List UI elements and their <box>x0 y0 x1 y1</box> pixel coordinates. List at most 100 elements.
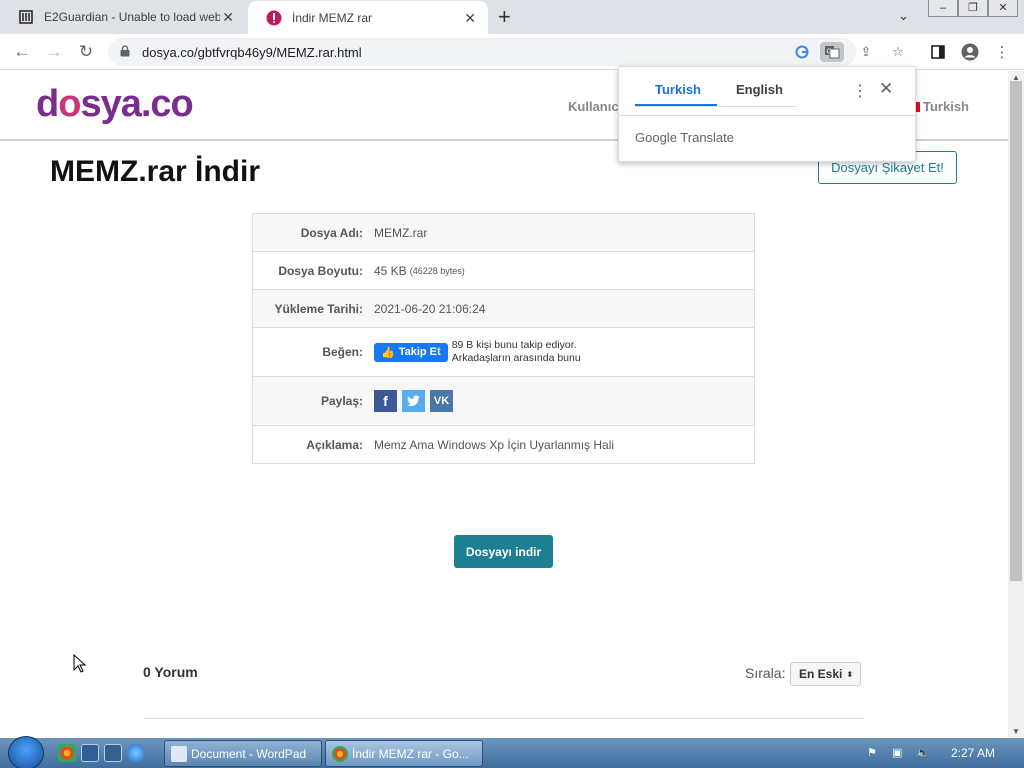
minimize-icon[interactable]: – <box>928 0 958 17</box>
chrome-icon[interactable] <box>58 744 76 762</box>
volume-icon[interactable]: 🔈 <box>916 746 930 760</box>
window-controls: – ❐ ✕ <box>928 0 1018 18</box>
taskbar-chrome[interactable]: İndir MEMZ rar - Go... <box>325 740 483 767</box>
reload-icon[interactable]: ↻ <box>74 40 98 64</box>
follow-line-2: Arkadaşların arasında bunu <box>451 352 581 364</box>
back-icon[interactable]: ← <box>10 40 34 64</box>
logo-text-accent: o <box>58 83 81 125</box>
close-tab-icon[interactable]: ✕ <box>464 10 476 27</box>
windows-taskbar: Document - WordPad İndir MEMZ rar - Go..… <box>0 736 1024 768</box>
tab-title: E2Guardian - Unable to load web <box>44 10 220 24</box>
table-row: Açıklama: Memz Ama Windows Xp İçin Uyarl… <box>253 426 754 463</box>
twitter-share-icon[interactable] <box>402 390 425 412</box>
tab-memz[interactable]: İndir MEMZ rar ✕ <box>248 1 488 34</box>
translate-icon[interactable]: G <box>820 42 844 62</box>
file-size-label: Dosya Boyutu: <box>278 263 363 278</box>
nav-language-label: Turkish <box>923 99 969 114</box>
lock-icon[interactable] <box>120 44 134 60</box>
task-label: Document - WordPad <box>191 746 307 761</box>
table-row: Dosya Adı: MEMZ.rar <box>253 214 754 252</box>
table-row: Yükleme Tarihi: 2021-06-20 21:06:24 <box>253 290 754 328</box>
mouse-cursor-icon <box>73 654 87 673</box>
scrollbar-thumb[interactable] <box>1010 81 1022 581</box>
address-bar[interactable]: dosya.co/gbtfvrqb46y9/MEMZ.rar.html G ⇪ … <box>108 38 904 66</box>
like-value: 👍 Takip Et 89 B kişi bunu takip ediyor. Ar… <box>363 328 581 376</box>
tab-title: İndir MEMZ rar <box>292 10 373 25</box>
close-icon[interactable]: ✕ <box>879 79 893 99</box>
translate-popup: Turkish English ⋮ ✕ Google Translate <box>618 66 917 162</box>
google-icon[interactable] <box>790 42 814 62</box>
sort-label: Sırala: <box>745 665 786 681</box>
divider <box>619 115 917 116</box>
vk-share-icon[interactable]: VK <box>430 390 453 412</box>
sort-select[interactable]: En Eski ⬍ <box>790 662 861 686</box>
network-icon[interactable]: ▣ <box>892 746 906 760</box>
share-icon[interactable]: ⇪ <box>854 42 878 62</box>
svg-text:G: G <box>827 49 832 56</box>
upload-date-label: Yükleme Tarihi: <box>274 301 363 316</box>
window-switch-icon[interactable] <box>104 744 122 762</box>
facebook-follow-button[interactable]: 👍 Takip Et <box>374 342 448 362</box>
chrome-icon <box>332 746 348 762</box>
more-options-icon[interactable]: ⋮ <box>852 81 868 101</box>
download-button[interactable]: Dosyayı indir <box>454 535 553 568</box>
new-tab-icon[interactable]: + <box>498 4 511 30</box>
show-desktop-icon[interactable] <box>81 744 99 762</box>
file-size-kb: 45 KB <box>374 263 407 278</box>
start-button-icon[interactable] <box>8 736 44 768</box>
file-name-label: Dosya Adı: <box>300 225 363 240</box>
share-buttons: f VK <box>363 377 458 425</box>
file-name-value: MEMZ.rar <box>374 225 428 240</box>
dosya-favicon-icon <box>266 10 282 26</box>
table-row: Beğen: 👍 Takip Et 89 B kişi bunu takip ed… <box>253 328 754 377</box>
divider <box>143 718 864 719</box>
file-size-value: 45 KB (46228 bytes) <box>363 252 465 289</box>
description-label: Açıklama: <box>306 437 363 452</box>
scroll-down-icon[interactable]: ▼ <box>1012 727 1020 736</box>
follow-button-label: Takip Et <box>398 346 441 358</box>
selected-tab-indicator <box>635 104 717 106</box>
thumbs-up-icon: 👍 <box>381 346 395 359</box>
nav-user-link[interactable]: Kullanıc <box>568 99 619 114</box>
logo-text: sya.co <box>80 83 193 125</box>
close-tab-icon[interactable]: ✕ <box>222 9 234 26</box>
translate-tab-target[interactable]: English <box>736 82 783 97</box>
table-row: Paylaş: f VK <box>253 377 754 426</box>
flag-icon[interactable]: ⚑ <box>867 746 881 760</box>
page-scrollbar[interactable]: ▲ ▼ <box>1008 71 1024 738</box>
tab-strip: E2Guardian - Unable to load web ✕ İndir … <box>0 0 1024 34</box>
clock[interactable]: 2:27 AM <box>951 746 995 760</box>
comments-count: 0 Yorum <box>143 664 198 680</box>
taskbar-wordpad[interactable]: Document - WordPad <box>164 740 322 767</box>
web-page: dosya.co Kullanıc Turkish MEMZ.rar İndir… <box>0 71 1008 738</box>
description-value: Memz Ama Windows Xp İçin Uyarlanmış Hali <box>374 437 615 452</box>
chevron-down-icon[interactable]: ⌄ <box>898 8 909 24</box>
upload-date-value: 2021-06-20 21:06:24 <box>374 301 486 316</box>
wordpad-icon <box>171 746 187 762</box>
forward-icon[interactable]: → <box>42 40 66 64</box>
sort-value: En Eski <box>799 667 843 681</box>
tab-e2guardian[interactable]: E2Guardian - Unable to load web ✕ <box>0 0 246 34</box>
star-icon[interactable]: ☆ <box>886 42 910 62</box>
profile-icon[interactable] <box>960 42 980 62</box>
url-text: dosya.co/gbtfvrqb46y9/MEMZ.rar.html <box>142 44 362 60</box>
file-size-bytes: (46228 bytes) <box>409 265 465 276</box>
site-logo[interactable]: dosya.co <box>36 83 194 126</box>
nav-language[interactable]: Turkish <box>912 99 969 114</box>
facebook-share-icon[interactable]: f <box>374 390 397 412</box>
follow-count-text: 89 B kişi bunu takip ediyor. Arkadaşların… <box>452 339 581 365</box>
file-info-table: Dosya Adı: MEMZ.rar Dosya Boyutu: 45 KB(… <box>252 213 755 464</box>
side-panel-icon[interactable] <box>928 42 948 62</box>
close-window-icon[interactable]: ✕ <box>988 0 1018 17</box>
restore-icon[interactable]: ❐ <box>958 0 988 17</box>
browser-toolbar: ← → ↻ dosya.co/gbtfvrqb46y9/MEMZ.rar.htm… <box>0 34 1024 70</box>
google-translate-brand: Google Translate <box>635 130 735 145</box>
page-title: MEMZ.rar İndir <box>50 155 261 188</box>
table-row: Dosya Boyutu: 45 KB (46228 bytes) <box>253 252 754 290</box>
internet-explorer-icon[interactable] <box>127 744 145 762</box>
tab-divider <box>635 106 797 107</box>
translate-tab-source[interactable]: Turkish <box>655 82 701 97</box>
like-label: Beğen: <box>322 345 363 359</box>
menu-icon[interactable]: ⋮ <box>992 42 1012 62</box>
share-label: Paylaş: <box>320 394 363 408</box>
